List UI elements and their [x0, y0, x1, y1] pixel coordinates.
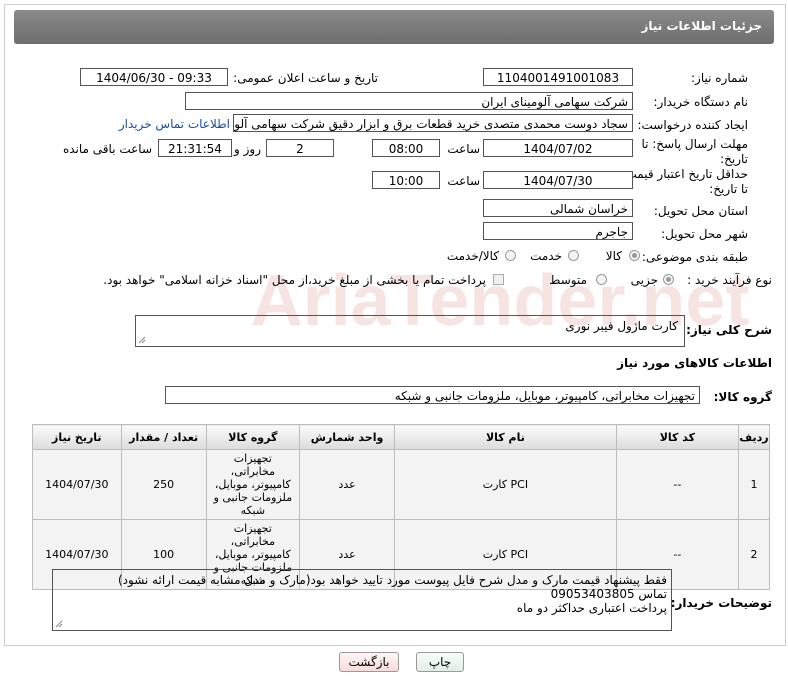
buyer-notes-line2: تماس 09053403805 — [550, 587, 667, 601]
page-title: جزئیات اطلاعات نیاز — [641, 19, 762, 33]
cell-code: -- — [615, 449, 739, 520]
back-button[interactable]: بازگشت — [339, 652, 399, 672]
requester-field[interactable]: سجاد دوست محمدی متصدی خرید قطعات برق و ا… — [233, 114, 633, 132]
col-header-index: ردیف — [737, 424, 771, 450]
announce-datetime-field[interactable]: 1404/06/30 - 09:33 — [80, 68, 228, 86]
province-label: استان محل تحویل: — [653, 204, 748, 218]
deadline-time-label: ساعت — [447, 142, 480, 156]
category-radio-goods-service[interactable] — [505, 250, 516, 261]
need-number-field[interactable]: 1104001491001083 — [483, 68, 633, 86]
treasury-payment-checkbox[interactable] — [493, 274, 504, 285]
category-label: طبقه بندی موضوعی: — [641, 250, 748, 264]
process-option-minor: جزیی — [630, 273, 658, 287]
category-radio-goods[interactable] — [629, 250, 640, 261]
cell-index: 2 — [737, 519, 771, 590]
category-radio-service[interactable] — [568, 250, 579, 261]
goods-section-title: اطلاعات کالاهای مورد نیاز — [617, 356, 772, 370]
deadline-time-field[interactable]: 08:00 — [372, 139, 440, 157]
print-button[interactable]: چاپ — [416, 652, 464, 672]
process-label: نوع فرآیند خرید : — [687, 273, 772, 287]
treasury-payment-note: پرداخت تمام یا بخشی از مبلغ خرید،از محل … — [103, 273, 486, 287]
table-header-row: تاریخ نیاز تعداد / مقدار گروه کالا واحد … — [32, 424, 771, 450]
buyer-org-field[interactable]: شرکت سهامی آلومینای ایران — [185, 92, 633, 110]
cell-unit: عدد — [298, 449, 396, 520]
cell-group: تجهیزات مخابراتی، کامپیوتر، موبایل، ملزو… — [205, 449, 300, 520]
cell-index: 1 — [737, 449, 771, 520]
process-option-medium: متوسط — [549, 273, 587, 287]
deadline-date-field[interactable]: 1404/07/02 — [483, 139, 633, 157]
header-bar: جزئیات اطلاعات نیاز — [14, 10, 774, 44]
category-option-service: خدمت — [530, 249, 562, 263]
col-header-unit: واحد شمارش — [298, 424, 396, 450]
buyer-notes-line3: پرداخت اعتباری حداکثر دو ماه — [516, 601, 667, 615]
city-label: شهر محل تحویل: — [661, 227, 748, 241]
col-header-date: تاریخ نیاز — [32, 424, 122, 450]
summary-label: شرح کلی نیاز: — [686, 323, 772, 337]
validity-time-label: ساعت — [447, 174, 480, 188]
deadline-label-line1: مهلت ارسال پاسخ: تا — [641, 137, 748, 151]
category-option-goods: کالا — [605, 249, 622, 263]
need-number-label: شماره نیاز: — [691, 71, 748, 85]
announce-datetime-label: تاریخ و ساعت اعلان عمومی: — [233, 71, 378, 85]
col-header-group: گروه کالا — [205, 424, 300, 450]
remaining-time-label: ساعت باقی مانده — [62, 142, 152, 156]
summary-text: کارت ماژول فیبر نوری — [565, 319, 678, 333]
cell-date: 1404/07/30 — [32, 449, 122, 520]
goods-group-label: گروه کالا: — [713, 390, 772, 404]
cell-qty: 250 — [120, 449, 207, 520]
items-table: تاریخ نیاز تعداد / مقدار گروه کالا واحد … — [32, 424, 771, 590]
resize-grip-icon[interactable] — [55, 620, 63, 628]
remaining-time-field[interactable]: 21:31:54 — [158, 139, 232, 157]
deadline-days-label: روز و — [234, 142, 261, 156]
process-radio-minor[interactable] — [663, 274, 674, 285]
buyer-contact-link[interactable]: اطلاعات تماس خریدار — [119, 117, 230, 131]
category-option-goods-service: کالا/خدمت — [446, 249, 499, 263]
city-field[interactable]: جاجرم — [483, 222, 633, 240]
validity-label-line1: حداقل تاریخ اعتبار قیمت: — [621, 167, 748, 181]
col-header-name: نام کالا — [394, 424, 617, 450]
deadline-days-field[interactable]: 2 — [266, 139, 334, 157]
buyer-notes-field[interactable]: فقط پیشنهاد قیمت مارک و مدل شرح فایل پیو… — [52, 569, 672, 631]
buyer-notes-label: توضیحات خریدار: — [670, 596, 772, 610]
goods-group-field[interactable]: تجهیزات مخابراتی، کامپیوتر، موبایل، ملزو… — [165, 386, 700, 404]
validity-date-field[interactable]: 1404/07/30 — [483, 171, 633, 189]
buyer-org-label: نام دستگاه خریدار: — [653, 95, 749, 109]
resize-grip-icon[interactable] — [138, 336, 146, 344]
summary-field[interactable]: کارت ماژول فیبر نوری — [135, 315, 685, 347]
process-radio-medium[interactable] — [596, 274, 607, 285]
validity-time-field[interactable]: 10:00 — [372, 171, 440, 189]
col-header-code: کد کالا — [615, 424, 739, 450]
buyer-notes-line1: فقط پیشنهاد قیمت مارک و مدل شرح فایل پیو… — [117, 573, 667, 587]
province-field[interactable]: خراسان شمالی — [483, 199, 633, 217]
cell-name: کارت PCI — [394, 449, 617, 520]
table-row[interactable]: 1404/07/30 250 تجهیزات مخابراتی، کامپیوت… — [32, 449, 771, 520]
validity-label-line2: تا تاریخ: — [709, 182, 748, 196]
requester-label: ایجاد کننده درخواست: — [637, 118, 748, 132]
deadline-label-line2: تاریخ: — [720, 152, 748, 166]
col-header-qty: تعداد / مقدار — [120, 424, 207, 450]
